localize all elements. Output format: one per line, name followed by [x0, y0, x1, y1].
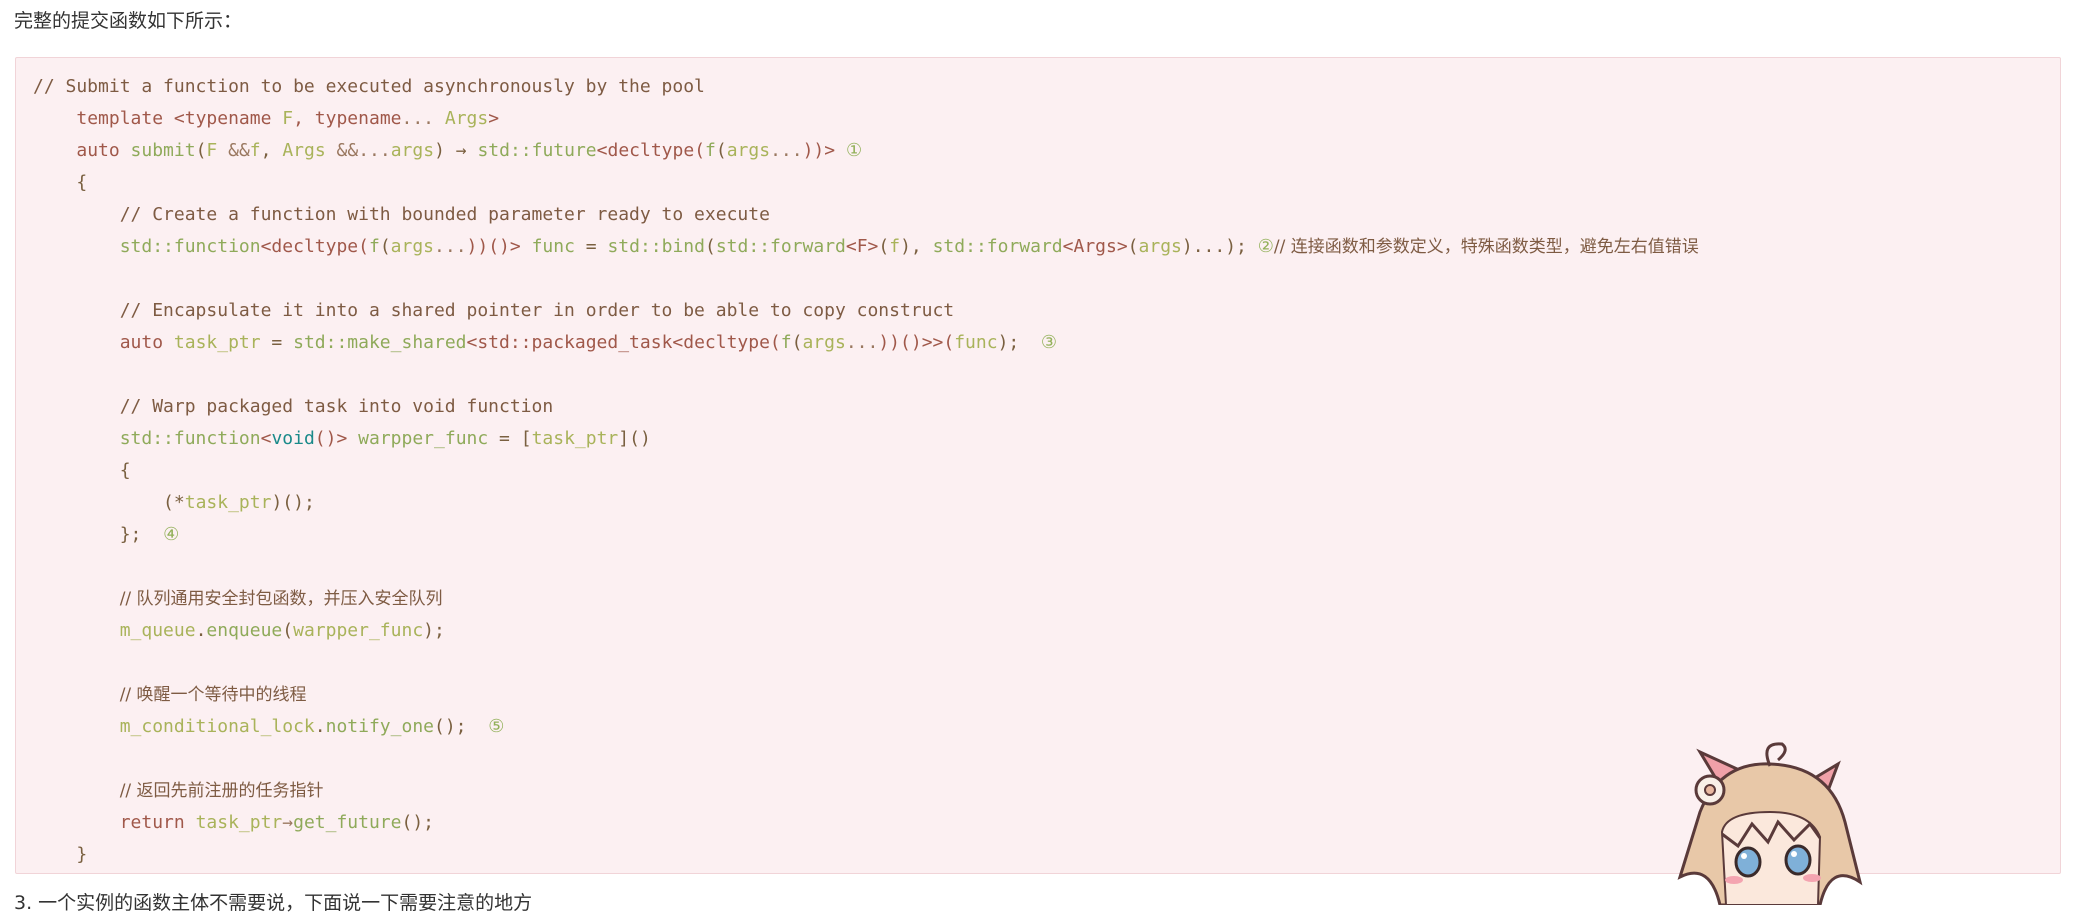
code-line: template <typename F, typename... Args>	[76, 108, 500, 129]
code-line: }; ④	[119, 524, 180, 545]
annotation-marker: ①	[845, 140, 863, 161]
code-line: {	[76, 172, 88, 193]
annotation-marker: ⑤	[488, 716, 505, 737]
code-line: m_conditional_lock.notify_one(); ⑤	[119, 716, 505, 737]
code-line: m_queue.enqueue(warpper_func);	[119, 620, 445, 641]
intro-text: 完整的提交函数如下所示：	[14, 10, 243, 32]
code-line: return task_ptr→get_future();	[119, 812, 434, 833]
code-line: (*task_ptr)();	[163, 492, 315, 513]
code-line: std::function<void()> warpper_func = [ta…	[119, 428, 651, 449]
code-line: }	[76, 844, 88, 865]
code-line: // 唤醒一个等待中的线程	[119, 685, 307, 705]
annotation-marker: ③	[1040, 332, 1058, 353]
code-line: // 返回先前注册的任务指针	[119, 781, 324, 801]
code-line: // Create a function with bounded parame…	[119, 204, 770, 225]
code-line: // Submit a function to be executed asyn…	[33, 76, 705, 97]
code-line: std::function<decltype(f(args...))()> fu…	[119, 236, 1699, 257]
mascot-character-image	[1677, 742, 1863, 905]
code-line: // Warp packaged task into void function	[119, 396, 554, 417]
annotation-marker: ④	[163, 524, 180, 545]
code-line: // Encapsulate it into a shared pointer …	[119, 300, 955, 321]
annotation-marker: ②	[1257, 236, 1274, 257]
code-line: auto task_ptr = std::make_shared<std::pa…	[119, 332, 1058, 353]
code-content: // Submit a function to be executed asyn…	[33, 71, 1699, 871]
code-line: {	[119, 460, 131, 481]
code-line: auto submit(F &&f, Args &&...args) → std…	[76, 140, 863, 161]
outro-text: 3. 一个实例的函数主体不需要说，下面说一下需要注意的地方	[14, 892, 533, 914]
code-line: // 队列通用安全封包函数，并压入安全队列	[119, 589, 443, 609]
